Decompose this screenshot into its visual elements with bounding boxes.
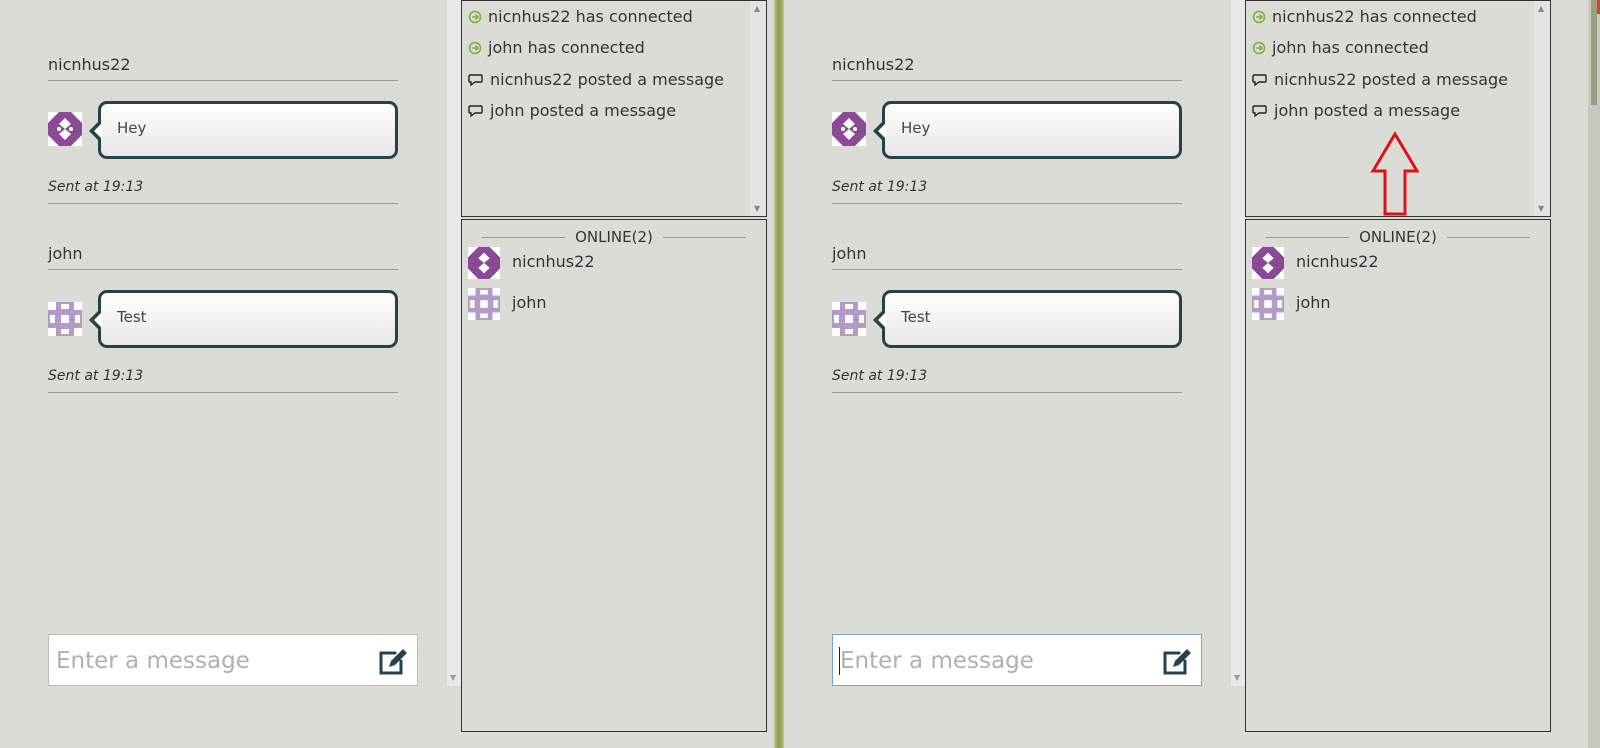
- sent-timestamp: Sent at 19:13: [832, 179, 1182, 204]
- online-users-panel: ONLINE(2) nicnhus22 john: [1245, 219, 1551, 732]
- activity-item: john posted a message: [468, 101, 676, 120]
- chat-window-right: nicnhus22 Hey Sent at 19:13 john Test Se…: [784, 0, 1559, 748]
- message-username: nicnhus22: [48, 55, 398, 81]
- message-text: Test: [901, 308, 931, 326]
- avatar: [1252, 288, 1284, 320]
- message-input[interactable]: Enter a message: [48, 634, 418, 686]
- activity-item: nicnhus22 has connected: [1252, 7, 1477, 26]
- message-username: john: [832, 244, 1182, 270]
- connect-icon: [1252, 41, 1266, 55]
- online-user-name: john: [1296, 293, 1331, 312]
- activity-item: nicnhus22 has connected: [468, 7, 693, 26]
- activity-item: john has connected: [1252, 38, 1429, 57]
- message-bubble: Hey: [89, 101, 398, 159]
- online-users-panel: ONLINE(2) nicnhus22 john: [461, 219, 767, 732]
- avatar: [832, 112, 866, 146]
- chat-bubble-icon: [468, 105, 483, 118]
- chat-bubble-icon: [1252, 74, 1267, 87]
- compose-edit-icon[interactable]: [377, 647, 409, 677]
- avatar: [1252, 247, 1284, 279]
- chat-bubble-icon: [1252, 105, 1267, 118]
- connect-icon: [468, 10, 482, 24]
- compose-edit-icon[interactable]: [1161, 647, 1193, 677]
- sent-timestamp: Sent at 19:13: [832, 368, 1182, 393]
- message-text: Hey: [117, 119, 147, 137]
- sent-timestamp: Sent at 19:13: [48, 179, 398, 204]
- online-user-name: nicnhus22: [512, 252, 595, 271]
- message-username: nicnhus22: [832, 55, 1182, 81]
- chat-scrollbar[interactable]: ▼: [447, 0, 461, 686]
- activity-item: nicnhus22 posted a message: [1252, 70, 1508, 89]
- message-bubble: Test: [89, 290, 398, 348]
- avatar: [468, 247, 500, 279]
- online-title: ONLINE(2): [1246, 228, 1550, 246]
- activity-item: john posted a message: [1252, 101, 1460, 120]
- avatar: [48, 112, 82, 146]
- avatar: [832, 302, 866, 336]
- red-up-arrow-annotation: [1370, 131, 1420, 216]
- message-username: john: [48, 244, 398, 270]
- avatar: [468, 288, 500, 320]
- activity-panel: nicnhus22 has connected john has connect…: [1245, 0, 1551, 217]
- sent-timestamp: Sent at 19:13: [48, 368, 398, 393]
- activity-scrollbar[interactable]: ▲ ▼: [750, 1, 766, 216]
- online-title: ONLINE(2): [462, 228, 766, 246]
- page-scrollbar-thumb[interactable]: [1591, 0, 1597, 105]
- connect-icon: [468, 41, 482, 55]
- chat-window-left: nicnhus22 Hey Sent at 19:13 john Test Se…: [0, 0, 775, 748]
- avatar: [48, 302, 82, 336]
- online-user-name: john: [512, 293, 547, 312]
- activity-item: john has connected: [468, 38, 645, 57]
- message-text: Test: [117, 308, 147, 326]
- connect-icon: [1252, 10, 1266, 24]
- activity-item: nicnhus22 posted a message: [468, 70, 724, 89]
- message-input-placeholder: Enter a message: [56, 648, 250, 674]
- chat-bubble-icon: [468, 74, 483, 87]
- page-scrollbar[interactable]: [1588, 0, 1600, 748]
- message-bubble: Hey: [873, 101, 1182, 159]
- window-divider: [774, 0, 784, 748]
- activity-panel: nicnhus22 has connected john has connect…: [461, 0, 767, 217]
- message-input-placeholder: Enter a message: [840, 648, 1034, 674]
- message-bubble: Test: [873, 290, 1182, 348]
- online-user-name: nicnhus22: [1296, 252, 1379, 271]
- message-input[interactable]: Enter a message: [832, 634, 1202, 686]
- chat-scrollbar[interactable]: ▼: [1231, 0, 1245, 686]
- activity-scrollbar[interactable]: ▲ ▼: [1534, 1, 1550, 216]
- message-text: Hey: [901, 119, 931, 137]
